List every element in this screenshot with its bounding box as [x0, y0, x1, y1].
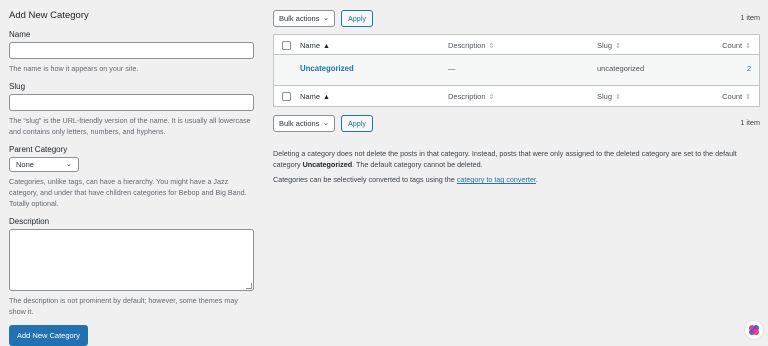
delete-note: Deleting a category does not delete the …	[273, 148, 760, 170]
table-row: Uncategorized — uncategorized 2	[274, 55, 759, 86]
select-all-checkbox[interactable]	[282, 41, 291, 50]
column-name-label: Name	[300, 92, 321, 101]
column-header-name[interactable]: Name ▲︎	[300, 41, 330, 50]
description-label: Description	[9, 217, 50, 226]
parent-help: Categories, unlike tags, can have a hier…	[9, 177, 247, 208]
bulk-actions-label: Bulk actions	[279, 14, 320, 23]
slug-help: The “slug” is the URL-friendly version o…	[9, 116, 251, 136]
column-description-label: Description	[448, 41, 486, 50]
converter-note: Categories can be selectively converted …	[273, 174, 760, 185]
default-category-name: Uncategorized	[302, 160, 353, 169]
item-count-bottom: 1 item	[740, 118, 760, 127]
parent-label: Parent Category	[9, 145, 68, 154]
name-help: The name is how it appears on your site.	[9, 64, 139, 73]
select-all-checkbox-footer[interactable]	[282, 92, 291, 101]
name-input[interactable]	[9, 42, 254, 59]
sort-arrows-icon: ⇕	[488, 43, 495, 50]
parent-category-select[interactable]: None ⌄	[9, 157, 79, 172]
category-notes: Deleting a category does not delete the …	[273, 148, 760, 185]
sort-arrows-icon: ▲︎	[323, 94, 330, 101]
parent-field-group: Parent Category None ⌄ Categories, unlik…	[9, 145, 254, 209]
sort-arrows-icon: ⇕	[488, 94, 495, 101]
chevron-down-icon: ⌄	[65, 159, 72, 168]
apply-button-bottom[interactable]: Apply	[341, 115, 373, 132]
category-count-link[interactable]: 2	[747, 64, 751, 73]
assistant-bubble-button[interactable]	[745, 321, 763, 339]
apply-button-top[interactable]: Apply	[341, 10, 373, 27]
item-count-top: 1 item	[740, 13, 760, 22]
bulk-actions-label: Bulk actions	[279, 119, 320, 128]
column-count-label: Count	[722, 92, 743, 101]
chevron-down-icon: ⌄	[322, 118, 329, 127]
category-name-link[interactable]: Uncategorized	[300, 64, 354, 73]
category-slug: uncategorized	[597, 64, 645, 73]
categories-list: Bulk actions ⌄ Apply 1 item Name ▲︎ Descr…	[273, 10, 760, 189]
slug-field-group: Slug The “slug” is the URL-friendly vers…	[9, 82, 254, 137]
column-slug-label: Slug	[597, 92, 613, 101]
sort-arrows-icon: ⇕	[615, 94, 621, 101]
converter-note-text-end: .	[535, 175, 538, 184]
form-title: Add New Category	[9, 10, 89, 21]
column-footer-description[interactable]: Description ⇕	[448, 92, 494, 101]
column-footer-slug[interactable]: Slug ⇕	[597, 92, 621, 101]
sort-arrows-icon: ▲︎	[323, 43, 330, 50]
parent-selected-value: None	[16, 160, 34, 169]
column-footer-count[interactable]: Count ⇕	[722, 92, 751, 101]
name-field-group: Name The name is how it appears on your …	[9, 30, 254, 74]
column-footer-name[interactable]: Name ▲︎	[300, 92, 330, 101]
bulk-actions-select-top[interactable]: Bulk actions ⌄	[273, 10, 335, 27]
resize-handle-icon[interactable]	[246, 283, 252, 289]
assistant-bubble-icon	[749, 325, 759, 335]
bulk-actions-select-bottom[interactable]: Bulk actions ⌄	[273, 115, 335, 132]
add-new-category-button[interactable]: Add New Category	[9, 325, 88, 346]
description-help: The description is not prominent by defa…	[9, 296, 238, 316]
column-name-label: Name	[300, 41, 321, 50]
tablenav-bottom: Bulk actions ⌄ Apply 1 item	[273, 115, 760, 132]
table-footer-row: Name ▲︎ Description ⇕ Slug ⇕ Count ⇕	[274, 86, 759, 106]
sort-arrows-icon: ⇕	[745, 94, 751, 101]
description-textarea[interactable]	[9, 229, 254, 291]
add-category-form: Add New Category Name The name is how it…	[9, 10, 254, 346]
category-to-tag-converter-link[interactable]: category to tag converter	[457, 175, 536, 184]
chevron-down-icon: ⌄	[322, 13, 329, 22]
table-header-row: Name ▲︎ Description ⇕ Slug ⇕ Count ⇕	[274, 35, 759, 55]
name-label: Name	[9, 30, 31, 39]
sort-arrows-icon: ⇕	[745, 43, 751, 50]
description-field-group: Description The description is not promi…	[9, 217, 254, 317]
categories-table: Name ▲︎ Description ⇕ Slug ⇕ Count ⇕ Uncateg…	[273, 34, 760, 107]
tablenav-top: Bulk actions ⌄ Apply 1 item	[273, 10, 760, 27]
column-header-description[interactable]: Description ⇕	[448, 41, 494, 50]
slug-input[interactable]	[9, 94, 254, 111]
slug-label: Slug	[9, 82, 26, 91]
column-description-label: Description	[448, 92, 486, 101]
converter-note-text: Categories can be selectively converted …	[273, 175, 457, 184]
column-header-slug[interactable]: Slug ⇕	[597, 41, 621, 50]
category-description: —	[448, 64, 456, 73]
column-count-label: Count	[722, 41, 743, 50]
sort-arrows-icon: ⇕	[615, 43, 621, 50]
delete-note-text-end: . The default category cannot be deleted…	[352, 160, 483, 169]
column-header-count[interactable]: Count ⇕	[722, 41, 751, 50]
column-slug-label: Slug	[597, 41, 613, 50]
